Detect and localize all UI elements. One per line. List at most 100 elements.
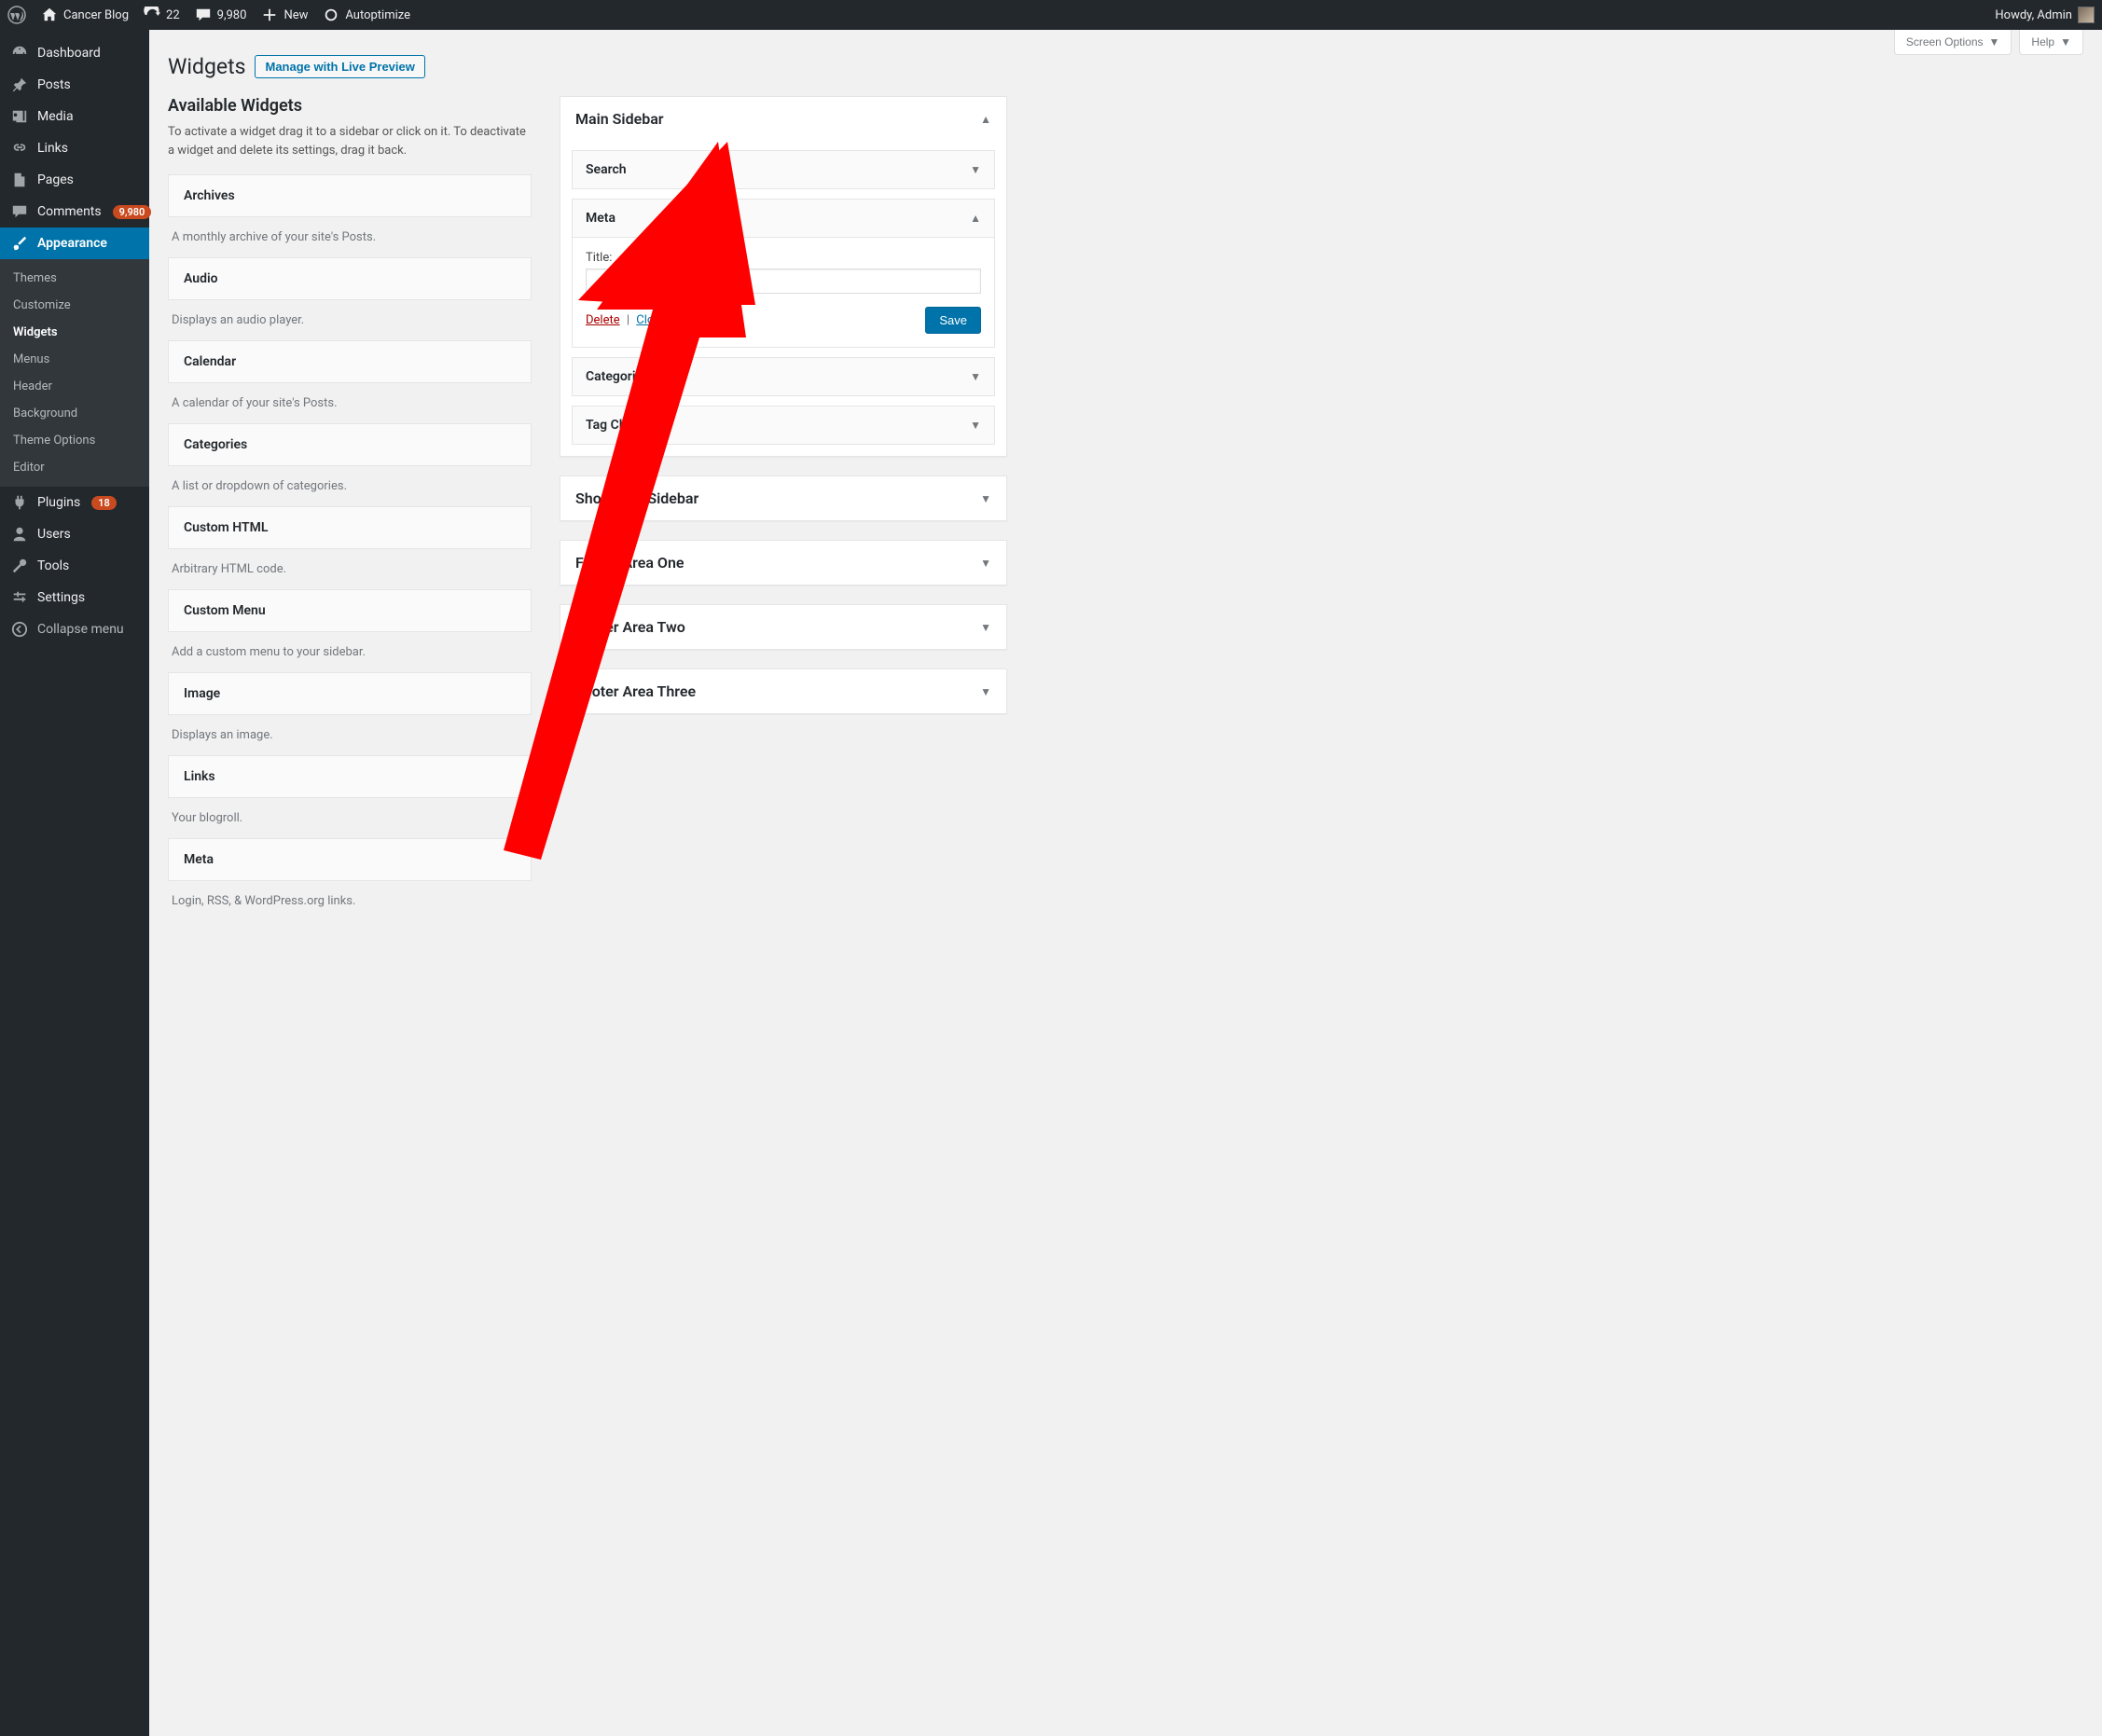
submenu-background[interactable]: Background xyxy=(0,400,149,427)
menu-users-label: Users xyxy=(37,527,71,542)
chevron-down-icon: ▼ xyxy=(970,419,981,432)
autoptimize-label: Autoptimize xyxy=(345,8,410,22)
meta-delete-link[interactable]: Delete xyxy=(586,313,620,327)
live-preview-button[interactable]: Manage with Live Preview xyxy=(255,55,424,78)
appearance-submenu: Themes Customize Widgets Menus Header Ba… xyxy=(0,259,149,487)
menu-links-label: Links xyxy=(37,141,68,156)
collapse-label: Collapse menu xyxy=(37,622,124,637)
available-widget-audio[interactable]: AudioDisplays an audio player. xyxy=(168,257,532,327)
menu-plugins-label: Plugins xyxy=(37,495,80,510)
menu-links[interactable]: Links xyxy=(0,132,149,164)
chevron-down-icon: ▼ xyxy=(2060,35,2071,48)
updates-count: 22 xyxy=(166,8,180,22)
sidebar-main-header[interactable]: Main Sidebar ▲ xyxy=(560,97,1006,141)
available-widget-categories[interactable]: CategoriesA list or dropdown of categori… xyxy=(168,423,532,493)
chevron-down-icon: ▼ xyxy=(980,621,991,634)
chevron-down-icon: ▼ xyxy=(1989,35,2000,48)
pushpin-icon xyxy=(11,76,28,93)
available-widgets-desc: To activate a widget drag it to a sideba… xyxy=(168,123,532,159)
sidebar-showcase-header[interactable]: Showcase Sidebar▼ xyxy=(560,476,1006,520)
menu-pages-label: Pages xyxy=(37,172,74,187)
submenu-header[interactable]: Header xyxy=(0,373,149,400)
placed-widget-tag-cloud-header[interactable]: Tag Cloud▼ xyxy=(573,406,994,444)
available-widget-calendar[interactable]: CalendarA calendar of your site's Posts. xyxy=(168,340,532,410)
screen-options-button[interactable]: Screen Options ▼ xyxy=(1894,30,2012,55)
sidebar-footer3-header[interactable]: Footer Area Three▼ xyxy=(560,669,1006,713)
user-icon xyxy=(11,526,28,543)
chevron-up-icon: ▲ xyxy=(970,212,981,225)
wrench-icon xyxy=(11,558,28,574)
submenu-theme-options[interactable]: Theme Options xyxy=(0,427,149,454)
submenu-editor[interactable]: Editor xyxy=(0,454,149,481)
account-link[interactable]: Howdy, Admin xyxy=(1995,7,2095,23)
menu-dashboard[interactable]: Dashboard xyxy=(0,37,149,69)
comment-icon xyxy=(11,203,28,220)
menu-plugins[interactable]: Plugins 18 xyxy=(0,487,149,518)
menu-settings[interactable]: Settings xyxy=(0,582,149,613)
site-link[interactable]: Cancer Blog xyxy=(41,7,129,23)
menu-comments-label: Comments xyxy=(37,204,102,219)
chevron-down-icon: ▼ xyxy=(980,492,991,505)
plugins-badge: 18 xyxy=(91,496,117,510)
site-name: Cancer Blog xyxy=(63,8,129,22)
new-link[interactable]: New xyxy=(261,7,308,23)
available-widget-meta[interactable]: MetaLogin, RSS, & WordPress.org links. xyxy=(168,838,532,908)
menu-dashboard-label: Dashboard xyxy=(37,46,101,61)
available-widget-links[interactable]: LinksYour blogroll. xyxy=(168,755,532,825)
sidebar-footer2-header[interactable]: Footer Area Two▼ xyxy=(560,605,1006,649)
menu-comments[interactable]: Comments 9,980 xyxy=(0,196,149,227)
chevron-down-icon: ▼ xyxy=(970,163,981,176)
refresh-icon xyxy=(144,7,160,23)
placed-widget-tag-cloud: Tag Cloud▼ xyxy=(572,406,995,445)
submenu-widgets[interactable]: Widgets xyxy=(0,319,149,346)
sidebar-main: Main Sidebar ▲ Search▼ Meta▲ Title: xyxy=(560,96,1007,457)
comments-link[interactable]: 9,980 xyxy=(195,7,247,23)
sidebar-footer1-header[interactable]: Footer Area One▼ xyxy=(560,541,1006,585)
sidebar-showcase: Showcase Sidebar▼ xyxy=(560,475,1007,521)
menu-posts-label: Posts xyxy=(37,77,71,92)
meta-save-button[interactable]: Save xyxy=(925,307,981,334)
plus-icon xyxy=(261,7,278,23)
autoptimize-link[interactable]: Autoptimize xyxy=(323,7,410,23)
sidebar-footer2: Footer Area Two▼ xyxy=(560,604,1007,650)
submenu-themes[interactable]: Themes xyxy=(0,265,149,292)
sliders-icon xyxy=(11,589,28,606)
chevron-down-icon: ▼ xyxy=(980,557,991,570)
menu-tools[interactable]: Tools xyxy=(0,550,149,582)
placed-widget-meta-header[interactable]: Meta▲ xyxy=(573,200,994,237)
comments-badge: 9,980 xyxy=(113,205,152,219)
available-widget-image[interactable]: ImageDisplays an image. xyxy=(168,672,532,742)
placed-widget-categories: Categories▼ xyxy=(572,357,995,396)
available-widget-archives[interactable]: ArchivesA monthly archive of your site's… xyxy=(168,174,532,244)
placed-widget-categories-header[interactable]: Categories▼ xyxy=(573,358,994,395)
comments-count: 9,980 xyxy=(217,8,247,22)
help-button[interactable]: Help ▼ xyxy=(2019,30,2083,55)
comment-icon xyxy=(195,7,212,23)
available-widget-custom-html[interactable]: Custom HTMLArbitrary HTML code. xyxy=(168,506,532,576)
placed-widget-search-header[interactable]: Search▼ xyxy=(573,151,994,188)
menu-media-label: Media xyxy=(37,109,74,124)
submenu-customize[interactable]: Customize xyxy=(0,292,149,319)
placed-widget-search: Search▼ xyxy=(572,150,995,189)
available-widget-custom-menu[interactable]: Custom MenuAdd a custom menu to your sid… xyxy=(168,589,532,659)
howdy-text: Howdy, Admin xyxy=(1995,8,2072,22)
meta-close-link[interactable]: Close xyxy=(636,313,667,327)
submenu-menus[interactable]: Menus xyxy=(0,346,149,373)
menu-media[interactable]: Media xyxy=(0,101,149,132)
meta-title-input[interactable] xyxy=(586,269,981,294)
admin-menu: Dashboard Posts Media Links Pages Commen… xyxy=(0,30,149,1736)
collapse-menu[interactable]: Collapse menu xyxy=(0,613,149,645)
screen-meta: Screen Options ▼ Help ▼ xyxy=(1894,30,2083,55)
sidebar-footer3: Footer Area Three▼ xyxy=(560,668,1007,714)
chevron-up-icon: ▲ xyxy=(980,113,991,126)
menu-users[interactable]: Users xyxy=(0,518,149,550)
menu-appearance[interactable]: Appearance xyxy=(0,227,149,259)
updates-link[interactable]: 22 xyxy=(144,7,180,23)
page-icon xyxy=(11,172,28,188)
meta-title-label: Title: xyxy=(586,251,981,265)
menu-pages[interactable]: Pages xyxy=(0,164,149,196)
wp-logo-link[interactable] xyxy=(7,6,26,24)
admin-bar: Cancer Blog 22 9,980 New Autoptimize How… xyxy=(0,0,2102,30)
menu-posts[interactable]: Posts xyxy=(0,69,149,101)
media-icon xyxy=(11,108,28,125)
